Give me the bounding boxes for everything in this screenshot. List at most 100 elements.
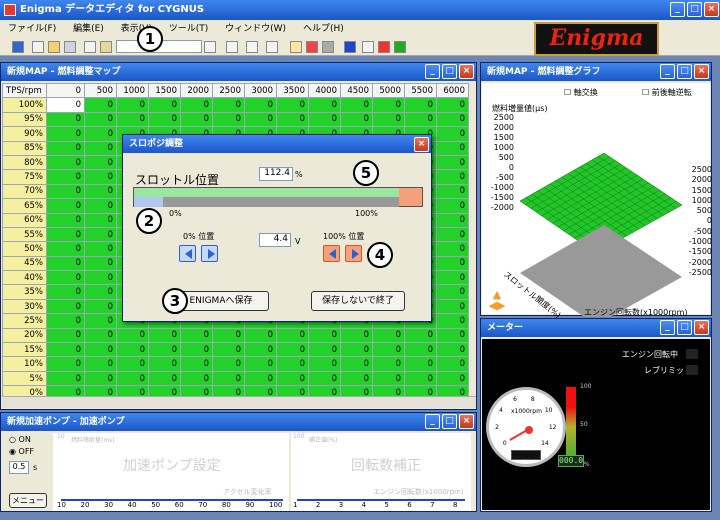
map-cell[interactable]: 0: [84, 226, 117, 243]
dialog-close-button[interactable]: ×: [414, 137, 429, 152]
map-cell[interactable]: 0: [244, 356, 277, 372]
map-cell[interactable]: 0: [436, 270, 469, 286]
map-cell[interactable]: 0: [212, 356, 245, 372]
map-cell[interactable]: 0: [308, 370, 341, 387]
map-cell[interactable]: 0: [84, 140, 117, 156]
save-icon[interactable]: [64, 41, 76, 53]
map-cell[interactable]: 0: [46, 198, 85, 214]
download-icon[interactable]: [394, 41, 406, 53]
map-cell[interactable]: 0: [46, 342, 85, 358]
map-cell[interactable]: 0: [436, 370, 469, 387]
map-cell[interactable]: 0: [436, 111, 469, 128]
map-cell[interactable]: 0: [404, 342, 437, 358]
map-cell[interactable]: 0: [404, 356, 437, 372]
menu-button[interactable]: メニュー: [9, 493, 47, 508]
map-cell[interactable]: 0: [84, 342, 117, 358]
map-cell[interactable]: 0: [46, 270, 85, 286]
map-cell[interactable]: 0: [436, 313, 469, 329]
map-cell[interactable]: 0: [46, 111, 85, 128]
maximize-button[interactable]: □: [677, 64, 692, 79]
paste-special-icon[interactable]: [204, 41, 216, 53]
open-folder-icon[interactable]: [48, 41, 60, 53]
map-cell[interactable]: 0: [436, 169, 469, 185]
map-cell[interactable]: 0: [436, 126, 469, 142]
map-cell[interactable]: 0: [276, 111, 309, 128]
minimize-button[interactable]: _: [425, 64, 440, 79]
map-cell[interactable]: 0: [276, 327, 309, 344]
horizontal-scrollbar[interactable]: [2, 396, 476, 408]
map-cell[interactable]: 0: [436, 298, 469, 315]
map-cell[interactable]: 0: [340, 356, 373, 372]
map-cell[interactable]: 0: [308, 327, 341, 344]
map-cell[interactable]: 0: [436, 154, 469, 171]
meter-icon[interactable]: [322, 41, 334, 53]
close-button[interactable]: ×: [694, 64, 709, 79]
map-cell[interactable]: 0: [372, 111, 405, 128]
map-cell[interactable]: 0: [436, 342, 469, 358]
pos0-right-button[interactable]: [201, 245, 218, 262]
map-cell[interactable]: 0: [180, 97, 213, 113]
map-cell[interactable]: 0: [340, 370, 373, 387]
map-cell[interactable]: 0: [436, 356, 469, 372]
map-cell[interactable]: 0: [46, 356, 85, 372]
map-cell[interactable]: 0: [212, 370, 245, 387]
map-cell[interactable]: 0: [84, 183, 117, 200]
close-button[interactable]: ×: [459, 414, 474, 429]
exit-without-save-button[interactable]: 保存しないで終了: [311, 291, 405, 311]
map-cell[interactable]: 0: [84, 111, 117, 128]
map-cell[interactable]: 0: [436, 183, 469, 200]
map-cell[interactable]: 0: [84, 97, 117, 113]
map-cell[interactable]: 0: [276, 370, 309, 387]
map-cell[interactable]: 0: [180, 370, 213, 387]
map-cell[interactable]: 0: [404, 327, 437, 344]
map-cell[interactable]: 0: [372, 356, 405, 372]
map-cell[interactable]: 0: [276, 342, 309, 358]
decrease-icon[interactable]: [246, 41, 258, 53]
map-cell[interactable]: 0: [46, 183, 85, 200]
menu-window[interactable]: ウィンドウ(W): [225, 24, 286, 34]
map-cell[interactable]: 0: [46, 140, 85, 156]
map-cell[interactable]: 0: [308, 111, 341, 128]
pie-icon[interactable]: [306, 41, 318, 53]
on-radio[interactable]: ○ ON: [9, 435, 31, 444]
maximize-button[interactable]: □: [677, 320, 692, 335]
map-cell[interactable]: 0: [148, 111, 181, 128]
map-cell[interactable]: 0: [308, 342, 341, 358]
map-cell[interactable]: 0: [46, 212, 85, 228]
map-cell[interactable]: 0: [180, 342, 213, 358]
map-cell[interactable]: 0: [212, 111, 245, 128]
map-cell[interactable]: 0: [84, 241, 117, 257]
map-cell[interactable]: 0: [84, 356, 117, 372]
map-cell[interactable]: 0: [148, 342, 181, 358]
map-cell[interactable]: 0: [404, 370, 437, 387]
close-button[interactable]: ×: [694, 320, 709, 335]
map-cell[interactable]: 0: [180, 111, 213, 128]
map-cell[interactable]: 0: [84, 284, 117, 300]
map-cell[interactable]: 0: [308, 97, 341, 113]
map-cell[interactable]: 0: [372, 327, 405, 344]
map-cell[interactable]: 0: [276, 97, 309, 113]
tool-icon[interactable]: [12, 41, 24, 53]
map-cell[interactable]: 0: [84, 154, 117, 171]
map-cell[interactable]: 0: [46, 284, 85, 300]
map-cell[interactable]: 0: [308, 356, 341, 372]
map-cell[interactable]: 0: [244, 342, 277, 358]
map-cell[interactable]: 0: [340, 111, 373, 128]
duration-spinner[interactable]: 0.5: [9, 461, 29, 474]
map-cell[interactable]: 0: [372, 370, 405, 387]
copy-icon[interactable]: [84, 41, 96, 53]
rotate-arrows-icon[interactable]: ▲ ◀▶: [486, 289, 508, 311]
map-cell[interactable]: 0: [46, 255, 85, 272]
menu-tools[interactable]: ツール(T): [169, 24, 209, 34]
map-cell[interactable]: 0: [404, 97, 437, 113]
map-cell[interactable]: 0: [46, 241, 85, 257]
map-cell[interactable]: 0: [116, 370, 149, 387]
map-cell[interactable]: 0: [436, 140, 469, 156]
map-cell[interactable]: 0: [276, 356, 309, 372]
map-cell[interactable]: 0: [244, 97, 277, 113]
map-cell[interactable]: 0: [148, 356, 181, 372]
new-file-icon[interactable]: [32, 41, 44, 53]
map-cell[interactable]: 0: [84, 126, 117, 142]
map-cell[interactable]: 0: [436, 226, 469, 243]
map-cell[interactable]: 0: [244, 327, 277, 344]
